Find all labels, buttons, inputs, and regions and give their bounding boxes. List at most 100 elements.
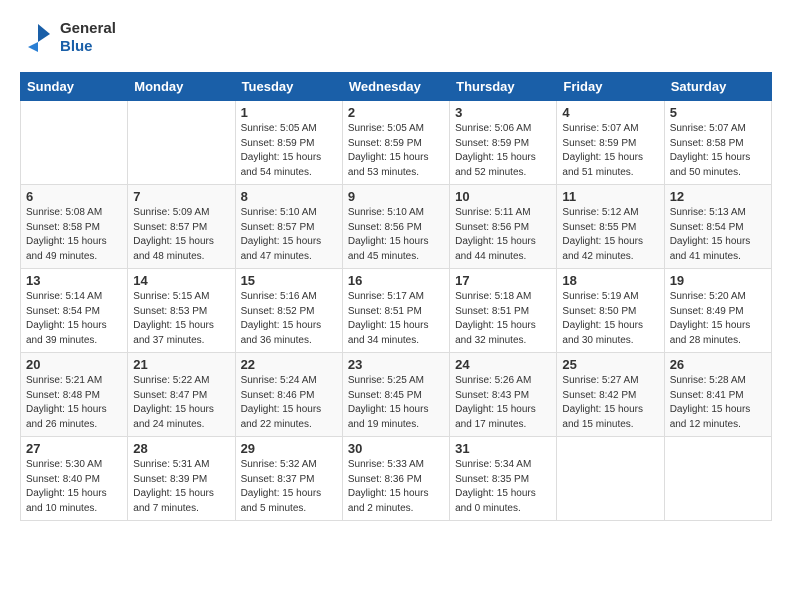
weekday-header-thursday: Thursday [450, 73, 557, 101]
day-number: 23 [348, 357, 444, 372]
day-number: 9 [348, 189, 444, 204]
day-detail: Sunrise: 5:15 AMSunset: 8:53 PMDaylight:… [133, 290, 229, 348]
day-detail: Sunrise: 5:12 AMSunset: 8:55 PMDaylight:… [562, 206, 658, 264]
day-number: 15 [241, 273, 337, 288]
day-number: 28 [133, 441, 229, 456]
day-number: 21 [133, 357, 229, 372]
weekday-header-sunday: Sunday [21, 73, 128, 101]
logo-general: General [60, 20, 116, 37]
calendar-cell: 13Sunrise: 5:14 AMSunset: 8:54 PMDayligh… [21, 269, 128, 353]
day-detail: Sunrise: 5:18 AMSunset: 8:51 PMDaylight:… [455, 290, 551, 348]
day-number: 18 [562, 273, 658, 288]
logo-blue: Blue [60, 38, 93, 55]
day-number: 3 [455, 105, 551, 120]
calendar-cell: 15 Sunrise: 5:16 AMSunset: 8:52 PMDayligh… [235, 269, 342, 353]
calendar-cell: 18 Sunrise: 5:19 AMSunset: 8:50 PMDayligh… [557, 269, 664, 353]
day-number: 4 [562, 105, 658, 120]
day-detail: Sunrise: 5:11 AMSunset: 8:56 PMDaylight:… [455, 206, 551, 264]
day-detail: Sunrise: 5:34 AMSunset: 8:35 PMDaylight:… [455, 458, 551, 516]
calendar-cell: 11 Sunrise: 5:12 AMSunset: 8:55 PMDayligh… [557, 185, 664, 269]
weekday-header-tuesday: Tuesday [235, 73, 342, 101]
day-detail: Sunrise: 5:10 AMSunset: 8:57 PMDaylight:… [241, 206, 337, 264]
day-detail: Sunrise: 5:05 AMSunset: 8:59 PMDaylight:… [348, 122, 444, 180]
day-number: 25 [562, 357, 658, 372]
day-number: 30 [348, 441, 444, 456]
calendar-table: SundayMondayTuesdayWednesdayThursdayFrid… [20, 72, 772, 521]
calendar-cell: 16 Sunrise: 5:17 AMSunset: 8:51 PMDayligh… [342, 269, 449, 353]
day-detail: Sunrise: 5:19 AMSunset: 8:50 PMDaylight:… [562, 290, 658, 348]
weekday-header-saturday: Saturday [664, 73, 771, 101]
calendar-cell: 8 Sunrise: 5:10 AMSunset: 8:57 PMDaylight… [235, 185, 342, 269]
day-detail: Sunrise: 5:09 AMSunset: 8:57 PMDaylight:… [133, 206, 229, 264]
calendar-cell: 26 Sunrise: 5:28 AMSunset: 8:41 PMDayligh… [664, 353, 771, 437]
calendar-cell: 19 Sunrise: 5:20 AMSunset: 8:49 PMDayligh… [664, 269, 771, 353]
weekday-header-wednesday: Wednesday [342, 73, 449, 101]
day-detail: Sunrise: 5:33 AMSunset: 8:36 PMDaylight:… [348, 458, 444, 516]
day-number: 11 [562, 189, 658, 204]
day-number: 16 [348, 273, 444, 288]
day-number: 14 [133, 273, 229, 288]
calendar-cell: 6 Sunrise: 5:08 AMSunset: 8:58 PMDaylight… [21, 185, 128, 269]
day-number: 19 [670, 273, 766, 288]
calendar-cell: 1 Sunrise: 5:05 AMSunset: 8:59 PMDaylight… [235, 101, 342, 185]
day-number: 6 [26, 189, 122, 204]
day-detail: Sunrise: 5:31 AMSunset: 8:39 PMDaylight:… [133, 458, 229, 516]
calendar-cell [128, 101, 235, 185]
calendar-cell: 24Sunrise: 5:26 AMSunset: 8:43 PMDayligh… [450, 353, 557, 437]
logo: GeneralBlue [20, 20, 116, 56]
day-detail: Sunrise: 5:06 AMSunset: 8:59 PMDaylight:… [455, 122, 551, 180]
day-detail: Sunrise: 5:24 AMSunset: 8:46 PMDaylight:… [241, 374, 337, 432]
calendar-cell: 25Sunrise: 5:27 AMSunset: 8:42 PMDayligh… [557, 353, 664, 437]
day-detail: Sunrise: 5:14 AMSunset: 8:54 PMDaylight:… [26, 290, 122, 348]
calendar-cell: 14 Sunrise: 5:15 AMSunset: 8:53 PMDayligh… [128, 269, 235, 353]
day-detail: Sunrise: 5:17 AMSunset: 8:51 PMDaylight:… [348, 290, 444, 348]
weekday-header-monday: Monday [128, 73, 235, 101]
day-number: 26 [670, 357, 766, 372]
day-detail: Sunrise: 5:05 AMSunset: 8:59 PMDaylight:… [241, 122, 337, 180]
calendar-cell: 5Sunrise: 5:07 AMSunset: 8:58 PMDaylight… [664, 101, 771, 185]
day-number: 29 [241, 441, 337, 456]
calendar-cell: 21Sunrise: 5:22 AMSunset: 8:47 PMDayligh… [128, 353, 235, 437]
calendar-week-2: 6 Sunrise: 5:08 AMSunset: 8:58 PMDaylight… [21, 185, 772, 269]
day-number: 10 [455, 189, 551, 204]
day-detail: Sunrise: 5:25 AMSunset: 8:45 PMDaylight:… [348, 374, 444, 432]
day-number: 1 [241, 105, 337, 120]
day-detail: Sunrise: 5:26 AMSunset: 8:43 PMDaylight:… [455, 374, 551, 432]
calendar-cell: 31Sunrise: 5:34 AMSunset: 8:35 PMDayligh… [450, 437, 557, 521]
calendar-cell: 10 Sunrise: 5:11 AMSunset: 8:56 PMDayligh… [450, 185, 557, 269]
calendar-cell: 29 Sunrise: 5:32 AMSunset: 8:37 PMDayligh… [235, 437, 342, 521]
day-number: 2 [348, 105, 444, 120]
calendar-cell: 28 Sunrise: 5:31 AMSunset: 8:39 PMDayligh… [128, 437, 235, 521]
day-detail: Sunrise: 5:08 AMSunset: 8:58 PMDaylight:… [26, 206, 122, 264]
day-number: 12 [670, 189, 766, 204]
calendar-cell: 9Sunrise: 5:10 AMSunset: 8:56 PMDaylight… [342, 185, 449, 269]
day-number: 22 [241, 357, 337, 372]
day-detail: Sunrise: 5:20 AMSunset: 8:49 PMDaylight:… [670, 290, 766, 348]
calendar-week-4: 20Sunrise: 5:21 AMSunset: 8:48 PMDayligh… [21, 353, 772, 437]
day-number: 7 [133, 189, 229, 204]
logo-icon [20, 20, 56, 56]
day-number: 8 [241, 189, 337, 204]
calendar-week-1: 1 Sunrise: 5:05 AMSunset: 8:59 PMDaylight… [21, 101, 772, 185]
calendar-cell: 4 Sunrise: 5:07 AMSunset: 8:59 PMDaylight… [557, 101, 664, 185]
day-detail: Sunrise: 5:21 AMSunset: 8:48 PMDaylight:… [26, 374, 122, 432]
day-number: 5 [670, 105, 766, 120]
calendar-cell: 7 Sunrise: 5:09 AMSunset: 8:57 PMDaylight… [128, 185, 235, 269]
calendar-week-5: 27 Sunrise: 5:30 AMSunset: 8:40 PMDayligh… [21, 437, 772, 521]
calendar-cell: 23 Sunrise: 5:25 AMSunset: 8:45 PMDayligh… [342, 353, 449, 437]
day-detail: Sunrise: 5:30 AMSunset: 8:40 PMDaylight:… [26, 458, 122, 516]
calendar-cell: 22 Sunrise: 5:24 AMSunset: 8:46 PMDayligh… [235, 353, 342, 437]
page-header: GeneralBlue [20, 20, 772, 56]
calendar-cell: 27 Sunrise: 5:30 AMSunset: 8:40 PMDayligh… [21, 437, 128, 521]
day-number: 27 [26, 441, 122, 456]
day-detail: Sunrise: 5:07 AMSunset: 8:59 PMDaylight:… [562, 122, 658, 180]
calendar-cell [664, 437, 771, 521]
day-detail: Sunrise: 5:28 AMSunset: 8:41 PMDaylight:… [670, 374, 766, 432]
calendar-cell: 20Sunrise: 5:21 AMSunset: 8:48 PMDayligh… [21, 353, 128, 437]
day-detail: Sunrise: 5:32 AMSunset: 8:37 PMDaylight:… [241, 458, 337, 516]
calendar-cell: 17Sunrise: 5:18 AMSunset: 8:51 PMDayligh… [450, 269, 557, 353]
calendar-cell: 30 Sunrise: 5:33 AMSunset: 8:36 PMDayligh… [342, 437, 449, 521]
calendar-cell [557, 437, 664, 521]
weekday-header-friday: Friday [557, 73, 664, 101]
day-detail: Sunrise: 5:16 AMSunset: 8:52 PMDaylight:… [241, 290, 337, 348]
